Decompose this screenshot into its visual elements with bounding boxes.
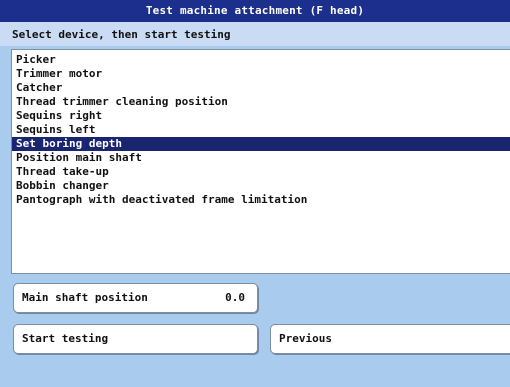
main-shaft-position-label: Main shaft position: [22, 291, 148, 304]
instruction-text: Select device, then start testing: [0, 22, 510, 46]
device-list-item[interactable]: Set boring depth: [12, 137, 510, 151]
device-list-item[interactable]: Trimmer motor: [12, 67, 510, 81]
main-shaft-position-field: Main shaft position 0.0: [13, 283, 258, 313]
device-list-item[interactable]: Picker: [12, 53, 510, 67]
main-shaft-position-value: 0.0: [225, 291, 245, 304]
device-list-item[interactable]: Bobbin changer: [12, 179, 510, 193]
previous-button[interactable]: Previous: [270, 324, 510, 354]
device-list-item[interactable]: Thread take-up: [12, 165, 510, 179]
device-list[interactable]: Picker Trimmer motor Catcher Thread trimmer…: [11, 49, 510, 274]
start-testing-button[interactable]: Start testing: [13, 324, 258, 354]
device-list-item[interactable]: Pantograph with deactivated frame limita…: [12, 193, 510, 207]
window-title: Test machine attachment (F head): [0, 0, 510, 22]
device-list-item[interactable]: Thread trimmer cleaning position: [12, 95, 510, 109]
device-list-item[interactable]: Position main shaft: [12, 151, 510, 165]
device-list-item[interactable]: Sequins left: [12, 123, 510, 137]
device-list-item[interactable]: Sequins right: [12, 109, 510, 123]
device-list-item[interactable]: Catcher: [12, 81, 510, 95]
